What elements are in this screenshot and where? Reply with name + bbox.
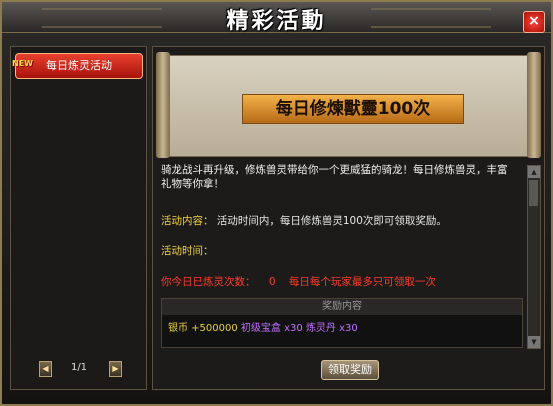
sidebar-item-label: 每日炼灵活动 xyxy=(46,59,112,72)
banner-title: 每日修煉獸靈100次 xyxy=(242,94,464,124)
claim-reward-button[interactable]: 领取奖励 xyxy=(321,360,379,380)
close-button[interactable]: × xyxy=(523,11,545,33)
refine-count-label: 你今日已炼灵次数： xyxy=(161,276,256,288)
new-badge: NEW xyxy=(12,59,33,68)
activity-content-label: 活动内容： xyxy=(161,215,214,227)
title-bar: 精彩活動 × xyxy=(2,2,551,34)
refine-count-value: 0 xyxy=(268,276,276,288)
scroll-thumb[interactable] xyxy=(529,180,538,206)
reward-item: 初级宝盒 x30 xyxy=(240,323,303,334)
scroll-roll-left xyxy=(156,52,170,158)
close-icon: × xyxy=(528,13,540,29)
window-title: 精彩活動 xyxy=(226,9,327,34)
prev-page-button[interactable]: ◀ xyxy=(39,361,52,377)
claim-limit-text: 每日每个玩家最多只可领取一次 xyxy=(288,276,436,288)
scroll-up-icon[interactable]: ▲ xyxy=(528,166,540,178)
refine-count-row: 你今日已炼灵次数： 0 每日每个玩家最多只可领取一次 xyxy=(161,274,436,289)
page-indicator: 1/1 xyxy=(70,362,88,373)
activity-time-row: 活动时间： xyxy=(161,243,214,258)
reward-box: 奖励内容 银币 +500000 初级宝盒 x30 炼灵丹 x30 xyxy=(161,298,523,348)
next-page-button[interactable]: ▶ xyxy=(109,361,122,377)
activity-main-panel: 每日修煉獸靈100次 骑龙战斗再升级，修炼兽灵带给你一个更威猛的骑龙！每日修炼兽… xyxy=(152,46,545,390)
reward-item: 银币 +500000 xyxy=(168,323,238,334)
arrow-left-icon: ◀ xyxy=(42,364,49,373)
activity-details: 骑龙战斗再升级，修炼兽灵带给你一个更威猛的骑龙！每日修炼兽灵，丰富礼物等你拿！ … xyxy=(161,159,523,355)
scroll-down-icon[interactable]: ▼ xyxy=(528,336,540,348)
arrow-right-icon: ▶ xyxy=(112,364,119,373)
activity-banner: 每日修煉獸靈100次 xyxy=(156,52,541,158)
pager: ◀ 1/1 ▶ xyxy=(39,361,122,377)
activity-content-row: 活动内容： 活动时间内，每日修炼兽灵100次即可领取奖励。 xyxy=(161,213,447,228)
activity-time-label: 活动时间： xyxy=(161,245,214,257)
activity-window: 精彩活動 × NEW 每日炼灵活动 ◀ 1/1 ▶ 每日修煉獸靈100次 骑龙战… xyxy=(0,0,553,406)
reward-list: 银币 +500000 初级宝盒 x30 炼灵丹 x30 xyxy=(162,315,522,338)
activity-description: 骑龙战斗再升级，修炼兽灵带给你一个更威猛的骑龙！每日修炼兽灵，丰富礼物等你拿！ xyxy=(161,164,508,190)
activity-sidebar: NEW 每日炼灵活动 ◀ 1/1 ▶ xyxy=(10,46,147,390)
reward-header: 奖励内容 xyxy=(162,299,522,315)
content-scrollbar[interactable]: ▲ ▼ xyxy=(527,165,541,349)
sidebar-item-daily-refine[interactable]: NEW 每日炼灵活动 xyxy=(12,53,143,79)
reward-item: 炼灵丹 x30 xyxy=(305,323,358,334)
activity-content-text: 活动时间内，每日修炼兽灵100次即可领取奖励。 xyxy=(216,215,447,227)
scroll-roll-right xyxy=(527,52,541,158)
